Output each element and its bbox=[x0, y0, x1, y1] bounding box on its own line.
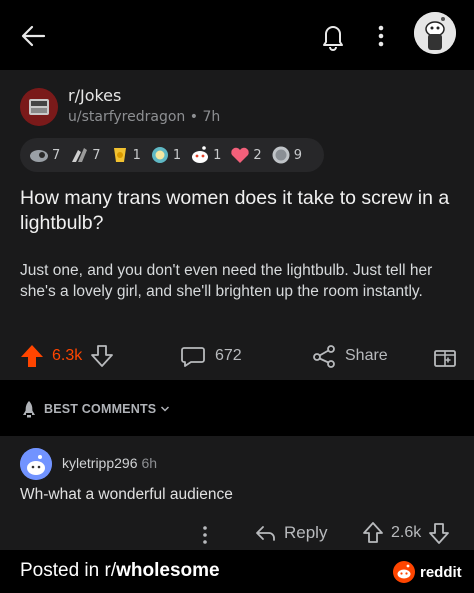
comment-vote-group: 2.6k bbox=[362, 520, 450, 546]
post-author-meta[interactable]: u/starfyredragon • 7h bbox=[68, 109, 220, 125]
reddit-brand: reddit bbox=[393, 561, 462, 583]
share-label: Share bbox=[345, 347, 388, 364]
awards-bar[interactable]: 7 7 1 1 1 2 9 bbox=[20, 138, 324, 172]
award-heart: 2 bbox=[229, 144, 262, 166]
commenter-avatar[interactable] bbox=[20, 448, 52, 480]
bell-icon[interactable] bbox=[318, 20, 348, 52]
chevron-down-icon bbox=[160, 406, 170, 412]
upvote-arrow-icon[interactable] bbox=[362, 521, 384, 545]
share-icon bbox=[313, 345, 335, 368]
comment-bubble-icon bbox=[181, 347, 205, 367]
rocket-sort-icon bbox=[23, 401, 35, 418]
award-laurel: 1 bbox=[149, 144, 181, 166]
post-card: r/Jokes u/starfyredragon • 7h 7 7 1 1 1 … bbox=[0, 70, 474, 380]
downvote-arrow-icon[interactable] bbox=[90, 343, 114, 369]
back-arrow-icon[interactable] bbox=[18, 20, 50, 52]
snoo-award-icon bbox=[192, 146, 209, 163]
award-count: 1 bbox=[172, 147, 182, 163]
user-avatar[interactable] bbox=[414, 12, 456, 54]
subreddit-icon[interactable] bbox=[20, 88, 58, 126]
award-rocket: 7 bbox=[28, 144, 60, 166]
subreddit-name[interactable]: r/Jokes bbox=[68, 86, 121, 105]
comment-score: 2.6k bbox=[391, 524, 422, 541]
comments-count: 672 bbox=[215, 347, 242, 364]
hands-award-icon bbox=[72, 148, 88, 162]
comment-time: 6h bbox=[141, 455, 158, 471]
award-snoo: 1 bbox=[189, 144, 221, 166]
upvote-arrow-icon[interactable] bbox=[18, 342, 46, 370]
award-gold: 1 bbox=[109, 144, 141, 166]
more-options-icon[interactable] bbox=[372, 22, 390, 50]
comment-author[interactable]: kyletripp296 bbox=[62, 455, 138, 471]
award-button[interactable] bbox=[432, 338, 458, 374]
sort-label: BEST COMMENTS bbox=[44, 402, 157, 416]
reply-label: Reply bbox=[284, 523, 328, 542]
posted-in-subreddit[interactable]: wholesome bbox=[116, 560, 219, 581]
rocket-award-icon bbox=[30, 150, 48, 162]
reply-button[interactable]: Reply bbox=[254, 520, 327, 546]
comments-button[interactable]: 672 bbox=[180, 338, 242, 374]
comment-more-icon[interactable] bbox=[198, 524, 212, 546]
post-title[interactable]: How many trans women does it take to scr… bbox=[20, 186, 450, 236]
silver-award-icon bbox=[272, 146, 290, 164]
award-silver: 9 bbox=[270, 144, 302, 166]
posted-in-prefix: Posted in r/ bbox=[20, 560, 117, 581]
laurel-award-icon bbox=[151, 147, 168, 163]
share-button[interactable]: Share bbox=[311, 338, 388, 374]
downvote-arrow-icon[interactable] bbox=[428, 521, 450, 545]
post-score: 6.3k bbox=[52, 347, 83, 364]
top-bar bbox=[0, 0, 474, 70]
comment-body: Wh-what a wonderful audience bbox=[20, 486, 233, 503]
comment-author-line: kyletripp296 6h bbox=[62, 455, 157, 471]
comment-action-bar: Reply 2.6k bbox=[0, 520, 474, 546]
reddit-logo-icon bbox=[393, 561, 415, 583]
gold-award-icon bbox=[113, 148, 126, 162]
award-count: 7 bbox=[92, 147, 101, 163]
award-hands: 7 bbox=[68, 144, 101, 166]
heart-award-icon bbox=[231, 147, 250, 163]
award-count: 1 bbox=[132, 147, 141, 163]
award-count: 2 bbox=[253, 147, 262, 163]
award-count: 1 bbox=[213, 147, 222, 163]
footer-bar: Posted in r/wholesome reddit bbox=[0, 551, 474, 593]
post-action-bar: 6.3k 672 Share bbox=[0, 338, 474, 374]
comment-card: kyletripp296 6h Wh-what a wonderful audie… bbox=[0, 436, 474, 550]
gift-icon bbox=[434, 350, 456, 367]
posted-in-text: Posted in r/wholesome bbox=[20, 560, 220, 582]
post-body: Just one, and you don't even need the li… bbox=[20, 262, 433, 300]
reply-arrow-icon bbox=[256, 526, 275, 541]
award-count: 9 bbox=[293, 147, 302, 163]
reddit-wordmark: reddit bbox=[420, 563, 462, 581]
upvote-group: 6.3k bbox=[18, 338, 114, 374]
award-count: 7 bbox=[52, 147, 61, 163]
comment-sort-bar[interactable]: BEST COMMENTS bbox=[0, 390, 474, 430]
